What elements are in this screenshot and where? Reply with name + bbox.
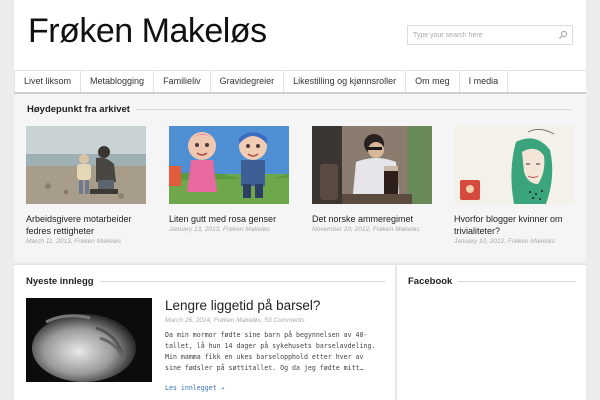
nav-item-livet-liksom[interactable]: Livet liksom (14, 71, 82, 92)
highlight-card[interactable]: Det norske ammeregimet November 20, 2012… (312, 126, 432, 233)
search-input[interactable] (408, 26, 556, 44)
heading-divider (458, 281, 577, 282)
highlight-image-cafe[interactable] (312, 126, 432, 204)
post-meta: March 26, 2014, Frøken Makeløs, 53 Comme… (165, 317, 305, 324)
highlight-meta: January 10, 2012, Frøken Makeløs (454, 238, 555, 245)
highlight-title[interactable]: Arbeidsgivere motarbeider fedres rettigh… (26, 213, 146, 237)
highlight-image-children[interactable] (169, 126, 289, 204)
highlight-card[interactable]: Hvorfor blogger kvinner om trivialiteter… (454, 126, 574, 245)
site-header: Frøken Makeløs (14, 0, 586, 70)
heading-divider (99, 281, 385, 282)
site-title[interactable]: Frøken Makeløs (28, 12, 267, 51)
post-title[interactable]: Lengre liggetid på barsel? (165, 298, 320, 313)
highlight-meta: March 11, 2013, Frøken Makeløs (26, 238, 122, 245)
nav-item-i-media[interactable]: I media (460, 71, 509, 92)
nav-item-gravidegreier[interactable]: Gravidegreier (211, 71, 285, 92)
latest-heading: Nyeste innlegg (26, 276, 385, 287)
search-box[interactable] (407, 25, 573, 45)
search-icon[interactable] (558, 30, 568, 40)
highlight-title[interactable]: Hvorfor blogger kvinner om trivialiteter… (454, 213, 574, 237)
main-nav: Livet liksom Metablogging Familieliv Gra… (14, 70, 586, 94)
read-more-link[interactable]: Les innlegget → (165, 384, 225, 392)
highlight-title[interactable]: Det norske ammeregimet (312, 213, 432, 225)
facebook-widget: Facebook (396, 264, 586, 400)
facebook-heading-text: Facebook (408, 276, 453, 287)
highlight-title[interactable]: Liten gutt med rosa genser (169, 213, 289, 225)
latest-heading-text: Nyeste innlegg (26, 276, 94, 287)
highlights-heading-text: Høydepunkt fra arkivet (27, 104, 130, 115)
facebook-heading: Facebook (408, 276, 577, 287)
post-excerpt: Da min mormor fødte sine barn på begynne… (165, 331, 376, 372)
highlights-heading: Høydepunkt fra arkivet (27, 104, 571, 115)
archive-highlights: Høydepunkt fra arkivet Arbeidsgivere mot… (14, 94, 586, 262)
nav-item-familieliv[interactable]: Familieliv (154, 71, 211, 92)
post-thumbnail[interactable] (26, 298, 152, 382)
heading-divider (135, 109, 571, 110)
nav-item-metablogging[interactable]: Metablogging (81, 71, 155, 92)
highlight-meta: November 20, 2012, Frøken Makeløs (312, 226, 420, 233)
latest-posts: Nyeste innlegg Lengre liggetid på barsel… (14, 264, 395, 400)
highlight-meta: January 13, 2013, Frøken Makeløs (169, 226, 270, 233)
highlight-image-illustration[interactable] (454, 126, 574, 204)
highlight-image-beach[interactable] (26, 126, 146, 204)
highlight-card[interactable]: Arbeidsgivere motarbeider fedres rettigh… (26, 126, 146, 245)
nav-item-om-meg[interactable]: Om meg (406, 71, 460, 92)
highlight-card[interactable]: Liten gutt med rosa genser January 13, 2… (169, 126, 289, 233)
nav-item-likestilling[interactable]: Likestilling og kjønnsroller (284, 71, 407, 92)
